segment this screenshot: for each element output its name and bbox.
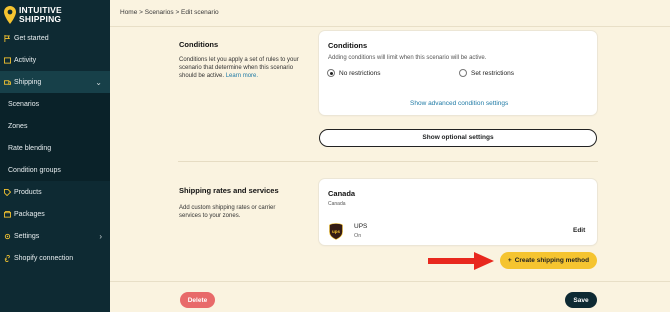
tag-icon — [4, 188, 11, 196]
zone-card-canada: Canada Canada ups UPS On Edit — [319, 179, 597, 245]
conditions-card-title: Conditions — [328, 41, 368, 50]
link-icon — [4, 254, 10, 262]
learn-more-link[interactable]: Learn more. — [226, 73, 258, 79]
gear-icon — [4, 233, 11, 239]
zone-title: Canada — [328, 189, 356, 198]
carrier-status: On — [354, 233, 362, 239]
plus-icon: + — [507, 257, 512, 264]
sidebar-item-label: Rate blending — [8, 144, 52, 152]
brand-name: INTUITIVE SHIPPING — [19, 6, 62, 24]
show-optional-settings-button[interactable]: Show optional settings — [319, 129, 597, 147]
conditions-heading: Conditions — [179, 40, 219, 49]
flag-icon — [4, 34, 11, 42]
create-shipping-method-button[interactable]: + Create shipping method — [500, 252, 597, 269]
brand-line2: SHIPPING — [19, 14, 62, 24]
sidebar-item-shopify-connection[interactable]: Shopify connection — [0, 247, 110, 269]
chevron-right-icon: › — [99, 231, 102, 241]
sidebar-item-label: Condition groups — [8, 166, 61, 174]
shipping-rates-heading: Shipping rates and services — [179, 186, 279, 195]
zone-subtitle: Canada — [328, 201, 346, 207]
header-divider — [110, 26, 670, 27]
sidebar-item-shipping[interactable]: Shipping ⌄ — [0, 71, 110, 93]
radio-set-restrictions[interactable]: Set restrictions — [459, 69, 514, 77]
chevron-down-icon: ⌄ — [95, 77, 102, 87]
box-icon — [4, 210, 11, 218]
radio-label: Set restrictions — [471, 69, 514, 77]
footer-divider — [110, 281, 670, 282]
radio-unchecked-icon — [459, 69, 467, 77]
sidebar-item-products[interactable]: Products — [0, 181, 110, 203]
sidebar-item-get-started[interactable]: Get started — [0, 27, 110, 49]
ups-logo-icon: ups — [329, 223, 343, 240]
sidebar-item-label: Get started — [14, 34, 49, 42]
conditions-description: Conditions let you apply a set of rules … — [179, 56, 299, 80]
sidebar-item-rate-blending[interactable]: Rate blending — [0, 137, 110, 159]
sidebar-item-label: Packages — [14, 210, 45, 218]
sidebar-item-zones[interactable]: Zones — [0, 115, 110, 137]
sidebar-item-label: Shopify connection — [14, 254, 74, 262]
arrow-right-icon — [428, 252, 494, 270]
conditions-card: Conditions Adding conditions will limit … — [319, 31, 597, 115]
shipping-rates-description: Add custom shipping rates or carrier ser… — [179, 205, 276, 219]
section-divider — [178, 161, 598, 162]
conditions-card-subtitle: Adding conditions will limit when this s… — [328, 55, 487, 61]
carrier-name: UPS — [354, 223, 368, 230]
radio-no-restrictions[interactable]: No restrictions — [327, 69, 381, 77]
radio-checked-icon — [327, 69, 335, 77]
map-pin-icon — [4, 6, 16, 24]
breadcrumb[interactable]: Home > Scenarios > Edit scenario — [120, 9, 219, 16]
create-shipping-method-label: Create shipping method — [514, 257, 590, 264]
delete-button[interactable]: Delete — [180, 292, 215, 308]
sidebar-item-label: Activity — [14, 56, 37, 64]
save-button[interactable]: Save — [565, 292, 597, 308]
sidebar-item-settings[interactable]: Settings › — [0, 225, 110, 247]
sidebar-item-label: Zones — [8, 122, 28, 130]
activity-icon — [4, 56, 11, 64]
truck-icon — [4, 79, 11, 85]
sidebar-item-packages[interactable]: Packages — [0, 203, 110, 225]
radio-label: No restrictions — [339, 69, 381, 77]
app-logo[interactable]: INTUITIVE SHIPPING — [4, 3, 104, 27]
sidebar-item-label: Scenarios — [8, 100, 40, 108]
sidebar-item-label: Shipping — [14, 78, 42, 86]
sidebar-item-scenarios[interactable]: Scenarios — [0, 93, 110, 115]
show-advanced-condition-settings-link[interactable]: Show advanced condition settings — [410, 100, 508, 107]
edit-carrier-button[interactable]: Edit — [573, 227, 585, 234]
sidebar-item-activity[interactable]: Activity — [0, 49, 110, 71]
svg-text:ups: ups — [332, 229, 340, 234]
sidebar: INTUITIVE SHIPPING Get started Activity … — [0, 0, 110, 312]
sidebar-item-label: Products — [14, 188, 42, 196]
sidebar-item-condition-groups[interactable]: Condition groups — [0, 159, 110, 181]
sidebar-item-label: Settings — [14, 232, 40, 240]
sidebar-nav: Get started Activity Shipping ⌄ Scenario… — [0, 27, 110, 269]
